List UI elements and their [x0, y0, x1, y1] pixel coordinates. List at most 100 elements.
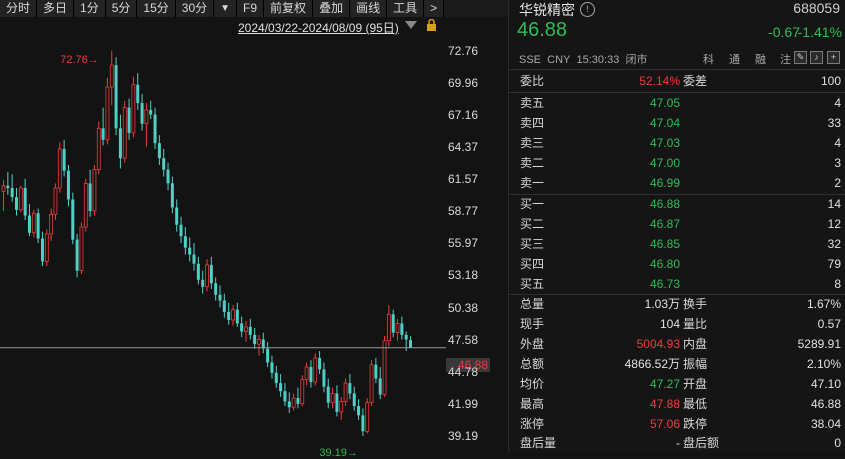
stat-label: 振幅 [683, 357, 708, 371]
registration-flag: 注 [780, 54, 791, 66]
more-button[interactable]: > [424, 0, 445, 17]
stat-value: 1.67% [806, 297, 841, 311]
forward-adjust-button[interactable]: 前复权 [264, 0, 314, 17]
alert-bell-icon[interactable]: ♪ [810, 51, 823, 64]
ask-row-4[interactable]: 卖四 47.04 33 [509, 113, 845, 133]
candle [283, 383, 287, 407]
f9-button[interactable]: F9 [237, 0, 265, 17]
bid-row-1[interactable]: 买一 46.88 14 [509, 194, 845, 214]
candle [101, 107, 105, 146]
bid-row-2[interactable]: 买二 46.87 12 [509, 214, 845, 234]
add-watchlist-icon[interactable]: + [827, 51, 840, 64]
weibi-row: 委比 52.14% 委差 100 [509, 71, 845, 91]
bid-row-3[interactable]: 买三 46.85 32 [509, 234, 845, 254]
last-price: 46.88 [517, 19, 568, 41]
stat-value: 47.10 [810, 377, 841, 391]
bid-label: 买二 [520, 217, 545, 231]
period-toolbar: 分时 多日 1分 5分 15分 30分 ▼ F9 前复权 叠加 画线 工具 > [0, 0, 508, 17]
candle [240, 316, 244, 338]
candle [157, 135, 161, 166]
candle [83, 178, 88, 232]
draw-line-button[interactable]: 画线 [350, 0, 388, 17]
stat-value: 5004.93 [636, 337, 680, 351]
ask-volume: 3 [834, 156, 841, 170]
bid-price: 46.85 [649, 237, 680, 251]
stat-value: 104 [659, 317, 680, 331]
candle [92, 165, 97, 216]
candle [339, 396, 344, 420]
tab-5min[interactable]: 5分 [105, 0, 138, 17]
candle [343, 378, 348, 407]
ask-row-1[interactable]: 卖一 46.99 2 [509, 173, 845, 193]
edit-icon[interactable]: ✎ [794, 51, 807, 64]
candle [304, 362, 309, 386]
candle [291, 393, 296, 411]
stat-label: 总额 [520, 357, 545, 371]
candle [71, 192, 75, 245]
bid-row-5[interactable]: 买五 46.73 8 [509, 274, 845, 294]
stat-label: 内盘 [683, 337, 708, 351]
candle [196, 256, 200, 285]
candle [18, 185, 23, 213]
candle [31, 209, 36, 238]
tab-15min[interactable]: 15分 [137, 0, 176, 17]
candle [49, 208, 54, 241]
tools-button[interactable]: 工具 [387, 0, 425, 17]
candle [179, 216, 183, 244]
stat-label: 涨停 [520, 417, 545, 431]
ask-label: 卖一 [520, 176, 545, 190]
stats-row: 总额 4866.52万 振幅 2.10% [509, 354, 845, 374]
price-axis-label: 72.76 [448, 43, 479, 58]
tab-intraday[interactable]: 分时 [0, 0, 38, 17]
date-range-label[interactable]: 2024/03/22-2024/08/09 (95日) [238, 19, 399, 36]
bid-price: 46.80 [649, 257, 680, 271]
stat-label: 跌停 [683, 417, 708, 431]
overlay-button[interactable]: 叠加 [313, 0, 351, 17]
candle [235, 302, 239, 327]
candle [352, 386, 356, 411]
period-dropdown-icon[interactable]: ▼ [214, 0, 238, 17]
candle [44, 229, 49, 267]
market-code: SSE [519, 54, 542, 66]
ask-label: 卖三 [520, 136, 545, 150]
low-annotation: 39.19→ [319, 447, 358, 459]
lock-icon[interactable] [426, 19, 437, 31]
candle [318, 350, 322, 374]
stat-label: 最低 [683, 397, 708, 411]
ask-row-5[interactable]: 卖五 47.05 4 [509, 93, 845, 113]
tab-multi-day[interactable]: 多日 [37, 0, 75, 17]
weicha-value: 100 [820, 74, 841, 88]
stats-row: 均价 47.27 开盘 47.10 [509, 374, 845, 394]
candle [313, 353, 318, 386]
candle [127, 98, 131, 140]
stat-value: 47.88 [649, 397, 680, 411]
tab-30min[interactable]: 30分 [175, 0, 215, 17]
bid-volume: 79 [827, 257, 841, 271]
candle [66, 165, 70, 207]
stat-value: 2.10% [806, 357, 841, 371]
tab-1min[interactable]: 1分 [74, 0, 106, 17]
info-icon[interactable]: ! [580, 2, 595, 17]
ask-row-2[interactable]: 卖二 47.00 3 [509, 153, 845, 173]
kline-chart[interactable]: 72.76→ 39.19→ 46.88 [0, 17, 508, 459]
candle [131, 76, 136, 138]
candle [382, 336, 387, 397]
stat-label: 盘后量 [520, 436, 557, 450]
connect-flag: 通 [729, 54, 740, 66]
candle [192, 243, 196, 271]
stat-label: 换手 [683, 297, 708, 311]
margin-flag: 融 [755, 54, 766, 66]
price-axis-label: 53.18 [448, 268, 479, 283]
ask-row-3[interactable]: 卖三 47.03 4 [509, 133, 845, 153]
range-dropdown-icon[interactable] [405, 21, 417, 29]
price-axis-label: 41.99 [448, 396, 479, 411]
candle [330, 387, 335, 409]
kline-canvas [0, 50, 446, 437]
candle [118, 114, 122, 169]
stat-label: 外盘 [520, 337, 545, 351]
candle [279, 373, 283, 397]
bid-row-4[interactable]: 买四 46.80 79 [509, 254, 845, 274]
ask-volume: 4 [834, 136, 841, 150]
candle [326, 378, 330, 409]
candle [170, 176, 174, 214]
